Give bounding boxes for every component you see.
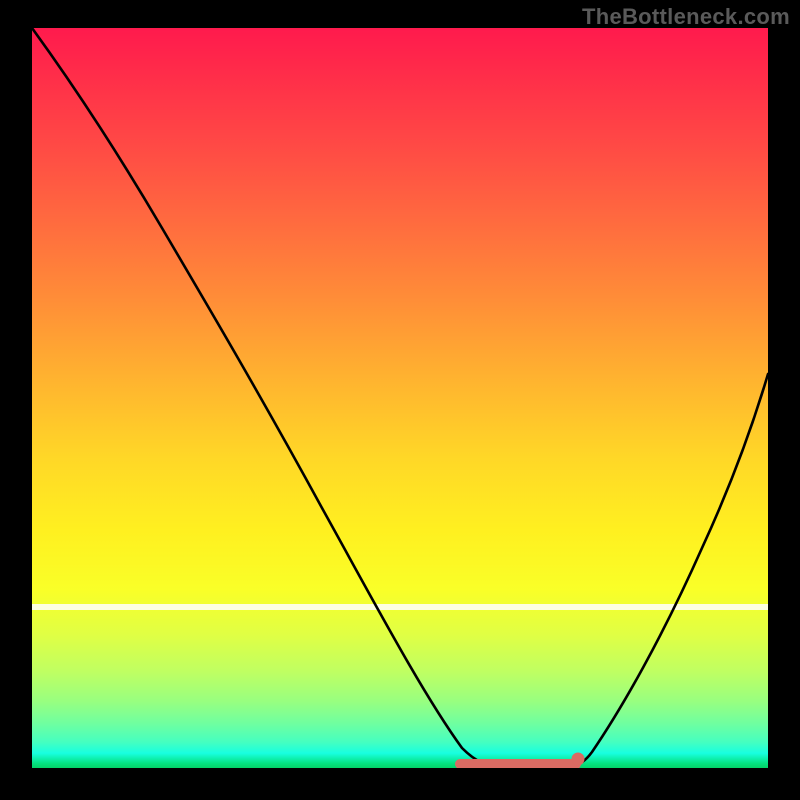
plot-area <box>32 28 768 768</box>
chart-frame: TheBottleneck.com <box>0 0 800 800</box>
bottleneck-curve-svg <box>32 28 768 768</box>
bottleneck-curve <box>32 28 768 766</box>
watermark-label: TheBottleneck.com <box>582 4 790 30</box>
curve-highlight-dot <box>572 753 585 766</box>
